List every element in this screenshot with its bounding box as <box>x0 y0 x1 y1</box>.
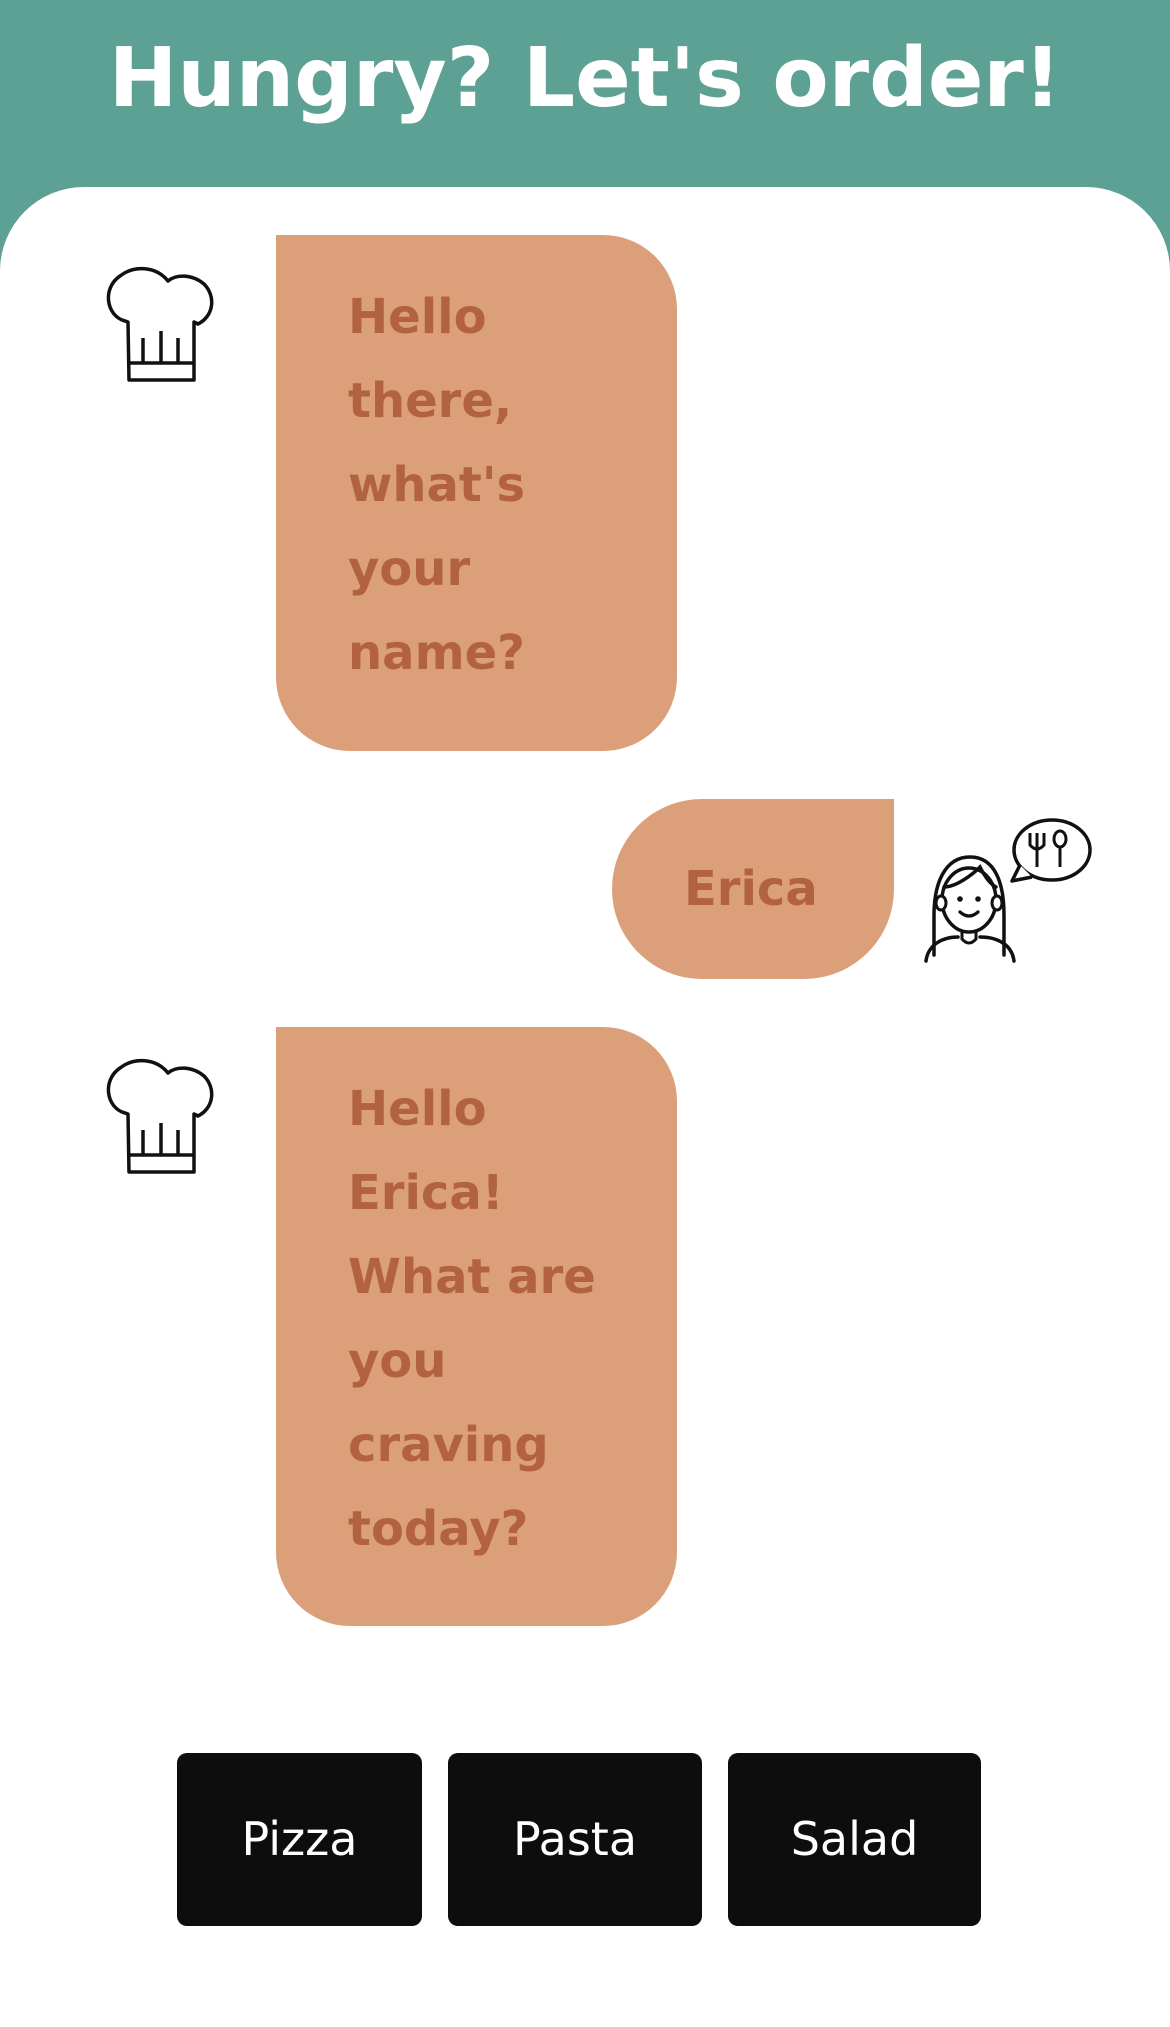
bot-message-bubble: Hello Erica! What are you craving today? <box>276 1027 677 1626</box>
bot-message-bubble: Hello there, what's your name? <box>276 235 677 751</box>
user-food-bubble-icon <box>924 818 1092 963</box>
page-title: Hungry? Let's order! <box>108 31 1062 126</box>
chef-hat-icon <box>106 1059 214 1174</box>
pasta-button[interactable]: Pasta <box>448 1753 702 1926</box>
salad-button[interactable]: Salad <box>728 1753 981 1926</box>
user-message-bubble: Erica <box>612 799 894 979</box>
chef-hat-icon <box>106 267 214 382</box>
pizza-button[interactable]: Pizza <box>177 1753 422 1926</box>
